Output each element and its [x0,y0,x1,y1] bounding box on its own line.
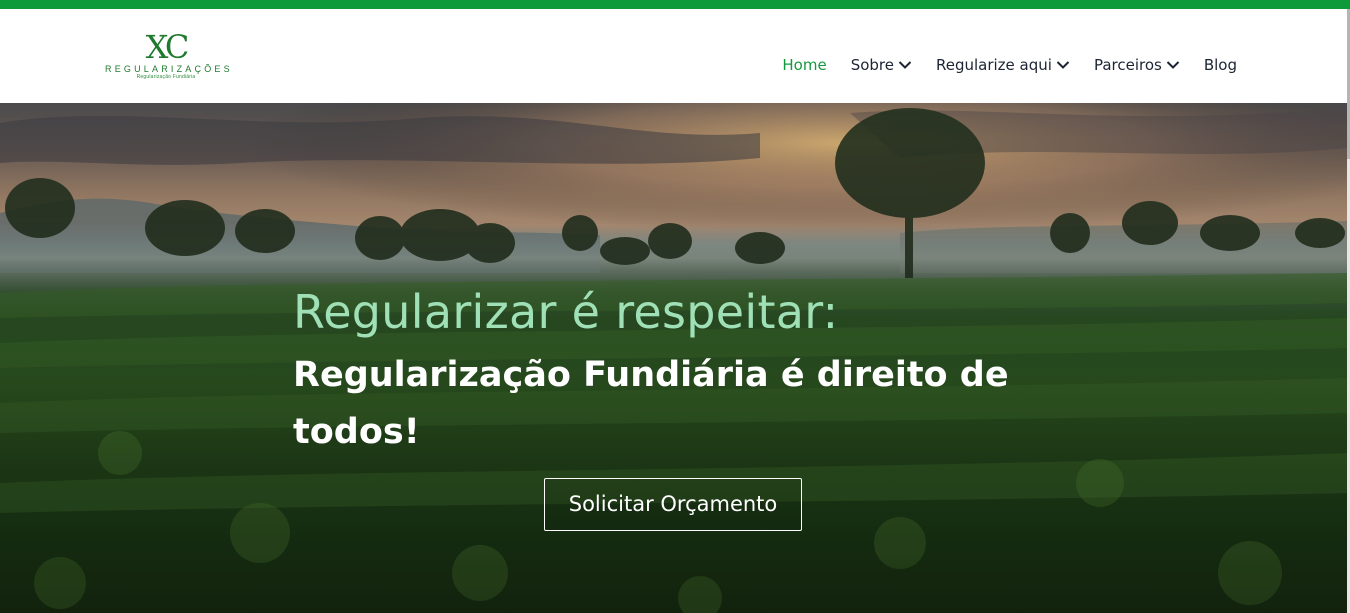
hero-content: Regularizar é respeitar: Regularização F… [293,283,1053,461]
page: XC REGULARIZAÇÕES Regularização Fundiári… [0,0,1350,613]
site-logo[interactable]: XC REGULARIZAÇÕES Regularização Fundiári… [105,28,233,87]
nav-label: Blog [1203,56,1237,74]
logo-name: REGULARIZAÇÕES [105,64,233,74]
main-nav: Home Sobre Regularize aqui Parceiros Blo… [782,56,1237,74]
hero-banner: Regularizar é respeitar: Regularização F… [0,103,1347,613]
nav-item-sobre[interactable]: Sobre [851,56,912,74]
chevron-down-icon [1166,61,1180,69]
nav-item-regularize-aqui[interactable]: Regularize aqui [936,56,1070,74]
nav-label: Parceiros [1093,56,1162,74]
chevron-down-icon [1056,61,1070,69]
hero-subtitle: Regularização Fundiária é direito de tod… [293,355,1009,452]
site-header: XC REGULARIZAÇÕES Regularização Fundiári… [0,9,1347,103]
top-accent-bar [0,0,1350,9]
request-quote-button[interactable]: Solicitar Orçamento [544,478,802,531]
nav-item-home[interactable]: Home [782,56,826,74]
nav-item-blog[interactable]: Blog [1204,56,1237,74]
nav-item-parceiros[interactable]: Parceiros [1094,56,1180,74]
nav-label: Regularize aqui [935,56,1052,74]
nav-label: Sobre [850,56,894,74]
logo-mark: XC [145,28,190,66]
nav-label: Home [782,56,827,74]
hero-title: Regularizar é respeitar: [293,285,839,339]
chevron-down-icon [898,61,912,69]
logo-tagline: Regularização Fundiária [136,74,196,80]
